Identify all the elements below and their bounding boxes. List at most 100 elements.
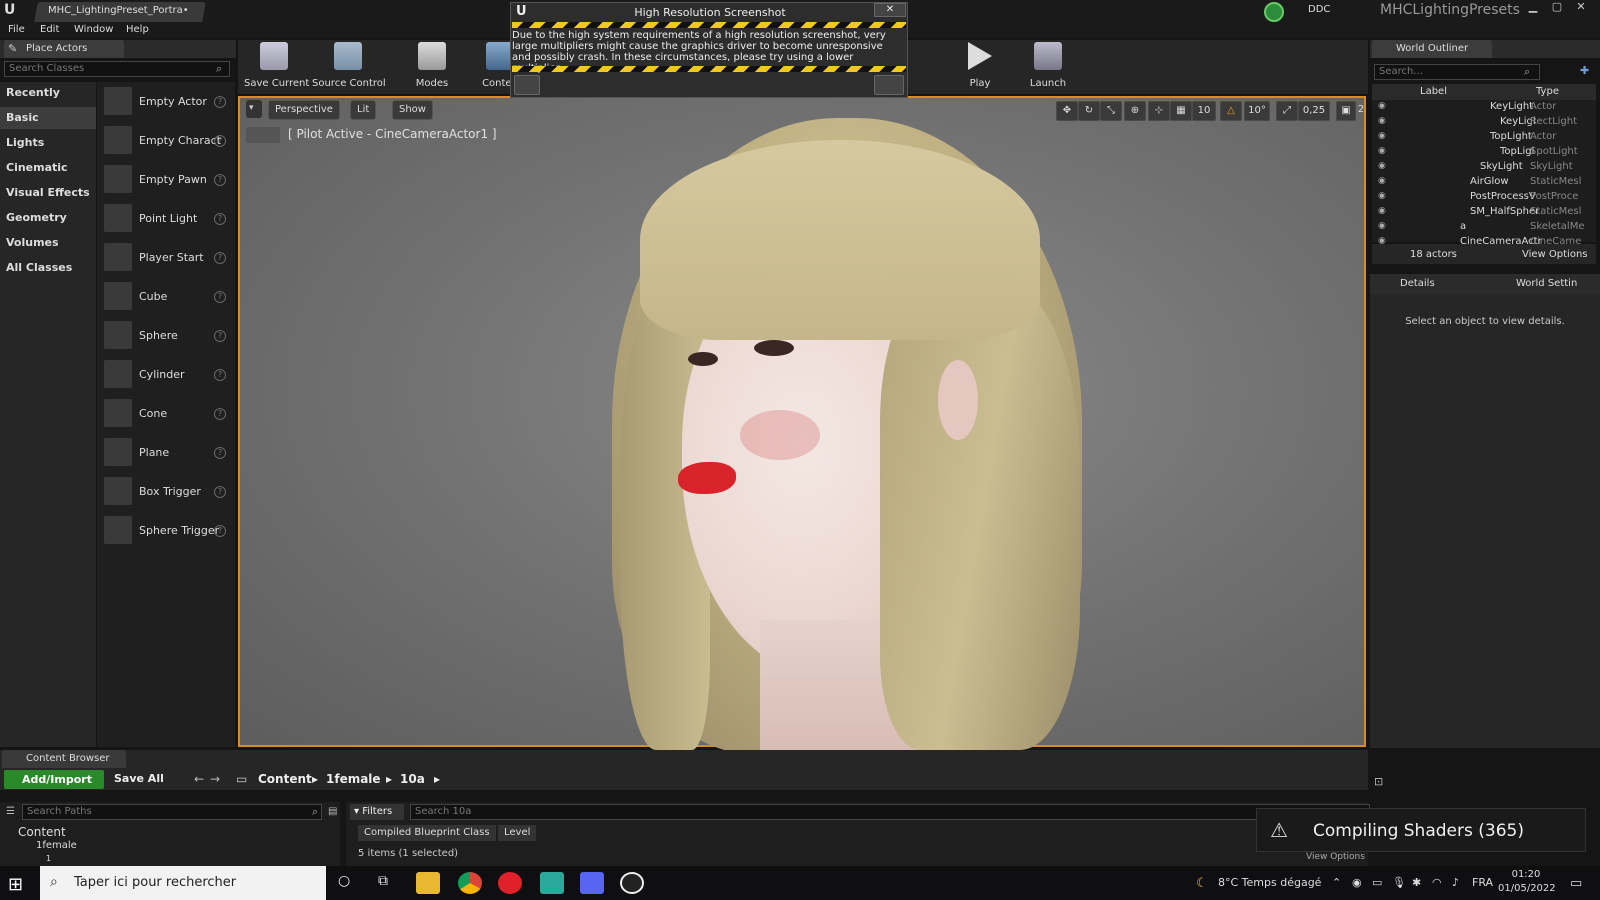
tray-bluetooth-icon[interactable]: ✱ [1412,876,1421,889]
cortana-icon[interactable]: ○ [338,873,350,889]
pilot-camera-icon[interactable] [246,127,280,143]
search-paths-input[interactable]: Search Paths [22,804,322,820]
category-geometry[interactable]: Geometry [0,207,96,229]
search-classes-input[interactable]: Search Classes [4,61,230,77]
taskbar-clock[interactable]: 01:20 01/05/2022 [1498,868,1556,896]
forward-arrow-icon[interactable]: → [210,772,220,786]
visibility-eye-icon[interactable]: ◉ [1378,161,1392,171]
toggle-sources-icon[interactable]: ☰ [6,806,15,817]
tree-folder-1female[interactable]: 1female [36,840,77,851]
actor-item-label[interactable]: Empty Pawn [139,173,207,186]
help-icon[interactable]: ? [214,408,226,420]
search-icon[interactable]: ⌕ [216,62,222,76]
help-icon[interactable]: ? [214,330,226,342]
menu-file[interactable]: File [8,24,25,35]
category-recently-placed[interactable]: Recently Placed [0,82,96,121]
show-button[interactable]: Show [392,100,433,120]
outliner-row-label[interactable]: a [1460,221,1466,232]
search-icon[interactable]: ⌕ [1524,65,1530,79]
menu-edit[interactable]: Edit [40,24,59,35]
tree-folder-1[interactable]: 1 [46,854,51,863]
visibility-eye-icon[interactable]: ◉ [1378,191,1392,201]
help-icon[interactable]: ? [214,447,226,459]
maya-icon[interactable] [540,872,564,894]
modes-button[interactable]: Modes [412,42,452,90]
actor-item-label[interactable]: Sphere Trigger [139,524,219,537]
filter-chip-level[interactable]: Level [498,825,537,841]
outliner-row-label[interactable]: SM_HalfSpher [1470,206,1539,217]
discord-icon[interactable] [580,872,604,894]
scale-icon[interactable]: ⤡ [1100,101,1122,121]
source-control-button[interactable]: Source Control [312,42,386,90]
search-icon[interactable]: ⌕ [312,805,318,819]
ddc-indicator[interactable]: DDC [1308,4,1330,15]
windows-start-icon[interactable]: ⊞ [8,874,28,895]
asset-view-options-button[interactable]: View Options [1306,852,1365,862]
scale-snap-icon[interactable]: ⤢ [1276,101,1298,121]
add-import-button[interactable]: Add/Import [4,770,104,789]
category-visual-effects[interactable]: Visual Effects [0,182,96,204]
breadcrumb-content[interactable]: Content [258,772,312,786]
outliner-row-label[interactable]: AirGlow [1470,176,1509,187]
actor-item-label[interactable]: Empty Actor [139,95,207,108]
tray-chevron-icon[interactable]: ⌃ [1332,876,1341,889]
save-current-button[interactable]: Save Current [244,42,309,90]
rotate-icon[interactable]: ↻ [1078,101,1100,121]
outliner-row-label[interactable]: KeyLight [1490,101,1533,112]
world-local-icon[interactable]: ⊕ [1124,101,1146,121]
dialog-close-button[interactable]: ✕ [874,3,906,17]
translate-icon[interactable]: ✥ [1056,101,1078,121]
filter-chip-compiled-blueprint[interactable]: Compiled Blueprint Class [358,825,496,841]
help-icon[interactable]: ? [214,486,226,498]
lit-button[interactable]: Lit [350,100,377,120]
unreal-taskbar-icon[interactable] [620,872,644,894]
close-window-icon[interactable]: ✕ [1570,0,1592,16]
rotation-snap-icon[interactable]: △ [1220,101,1242,121]
help-icon[interactable]: ? [214,369,226,381]
help-icon[interactable]: ? [214,252,226,264]
camera-speed-icon[interactable]: ▣ [1336,101,1356,121]
visibility-eye-icon[interactable]: ◉ [1378,131,1392,141]
volume-icon[interactable]: ♪ [1452,876,1459,889]
notification-center-icon[interactable]: ▭ [1570,876,1582,891]
world-settings-tab[interactable]: World Settin [1516,278,1577,289]
category-all-classes[interactable]: All Classes [0,257,96,279]
help-icon[interactable]: ? [214,213,226,225]
path-options-icon[interactable]: ▤ [328,806,337,817]
menu-window[interactable]: Window [74,24,113,35]
viewport-options-dropdown[interactable]: ▾ [246,100,262,118]
tray-record-icon[interactable]: ◉ [1352,876,1362,889]
breadcrumb-10a[interactable]: 10a [400,772,425,786]
opera-icon[interactable] [498,872,522,894]
add-filter-icon[interactable]: ✚ [1580,64,1589,77]
grid-snap-icon[interactable]: ▦ [1170,101,1192,121]
lock-icon[interactable]: ⊡ [1374,775,1383,788]
help-icon[interactable]: ? [214,135,226,147]
source-control-status-icon[interactable] [1264,2,1284,22]
actor-item-label[interactable]: Cylinder [139,368,185,381]
breadcrumb-1female[interactable]: 1female [326,772,381,786]
outliner-row-label[interactable]: SkyLight [1480,161,1523,172]
scale-snap-value[interactable]: 0,25 [1298,101,1330,121]
visibility-eye-icon[interactable]: ◉ [1378,176,1392,186]
save-all-button[interactable]: Save All [114,772,164,785]
task-view-icon[interactable]: ⧉ [378,873,388,889]
maximize-icon[interactable]: ▢ [1546,0,1568,16]
rotation-snap-value[interactable]: 10° [1244,101,1270,121]
launch-button[interactable]: Launch [1028,42,1068,90]
help-icon[interactable]: ? [214,96,226,108]
visibility-eye-icon[interactable]: ◉ [1378,206,1392,216]
search-assets-input[interactable]: Search 10a [410,804,1370,820]
menu-help[interactable]: Help [126,24,149,35]
category-volumes[interactable]: Volumes [0,232,96,254]
file-explorer-icon[interactable] [416,872,440,894]
tray-device-icon[interactable]: ▭ [1372,876,1382,889]
tray-mic-icon[interactable]: 🎙 [1392,876,1406,889]
weather-text[interactable]: 8°C Temps dégagé [1218,876,1321,889]
language-indicator[interactable]: FRA [1472,876,1493,889]
minimize-icon[interactable]: ▁ [1522,0,1544,16]
outliner-row-label[interactable]: TopLight [1490,131,1532,142]
actor-item-label[interactable]: Point Light [139,212,197,225]
help-icon[interactable]: ? [214,174,226,186]
view-options-button[interactable]: View Options [1522,249,1588,260]
